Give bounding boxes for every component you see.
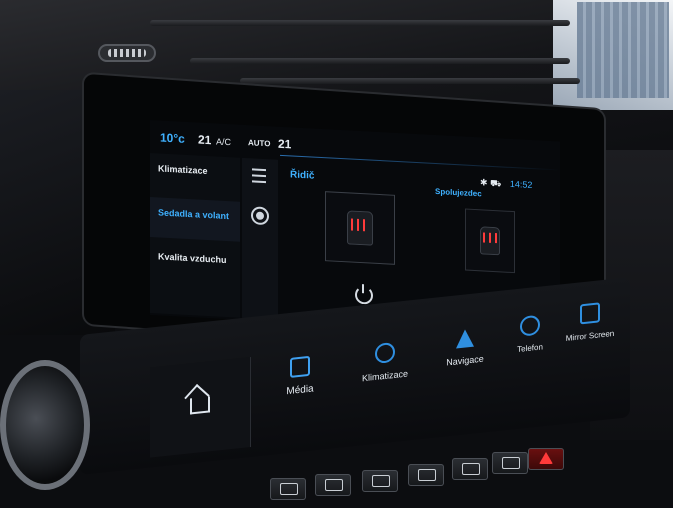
menu-item-kvalita-vzduchu[interactable]: Kvalita vzduchu [150,241,240,286]
clock: 14:52 [509,178,533,191]
fan-level[interactable]: 21 [198,133,211,148]
passenger-zone-title: Spolujezdec [435,186,482,199]
phone-icon [520,314,540,337]
menu-item-label: Kvalita vzduchu [158,251,227,266]
air-recirculation-icon [418,469,436,481]
recirculation-button[interactable] [270,478,306,500]
shortcut-mirror-screen[interactable]: Mirror Screen [555,300,625,344]
home-button[interactable] [150,357,251,458]
shortcut-label: Média [286,383,314,398]
driver-seat-heat-button[interactable] [325,191,395,265]
mirror-screen-icon [580,302,600,325]
car-icon [280,483,298,495]
right-temperature[interactable]: 21 [278,137,291,152]
menu-item-klimatizace[interactable]: Klimatizace [150,153,240,198]
max-defrost-button[interactable] [492,452,528,474]
menu-item-sedadla-a-volant[interactable]: Sedadla a volant [150,197,240,242]
fan-icon [375,341,395,364]
menu-icon[interactable] [252,168,266,184]
physical-button-row [270,448,570,508]
seat-heat-icon [347,210,373,246]
ac-toggle[interactable]: A/C [216,136,231,147]
defrost-icon [372,475,390,487]
bluetooth-icon: ✱ [480,177,488,188]
music-note-icon [290,355,310,378]
max-defrost-icon [502,457,520,469]
auto-toggle[interactable]: AUTO [248,138,271,148]
menu-item-label: Klimatizace [158,163,208,177]
building-through-window [577,2,669,98]
front-defrost-button[interactable] [362,470,398,492]
shortcut-phone[interactable]: Telefon [505,313,555,355]
menu-icon-column [242,157,278,320]
recirculation-air-button[interactable] [408,464,444,486]
hazard-button[interactable] [528,448,564,470]
volume-knob[interactable] [0,360,90,490]
shortcut-label: Telefon [517,342,543,355]
car-icon: ⛟ [490,177,502,189]
driver-power-icon[interactable] [355,285,373,305]
shortcut-label: Mirror Screen [565,328,615,343]
vent-slit [240,78,580,84]
hazard-icon [539,452,553,464]
navigation-arrow-icon [456,328,474,349]
menu-item-label: Sedadla a volant [158,207,230,222]
driver-zone-title: Řidič [290,169,315,182]
heat-indicator [483,232,497,244]
passenger-seat-heat-button[interactable] [465,208,515,274]
seat-heat-icon [480,226,500,256]
vent-slit [150,20,570,26]
fan-icon [325,479,343,491]
steering-wheel-heat-icon[interactable] [251,206,269,226]
air-vent-control[interactable] [98,44,156,62]
shortcut-climate[interactable]: Klimatizace [350,339,420,384]
shortcut-label: Klimatizace [361,368,408,384]
vent-slit [190,58,570,64]
heat-indicator [351,218,369,232]
system-status: ✱ ⛟ 14:52 [480,177,532,192]
shortcut-media[interactable]: Média [275,354,325,398]
fan-button[interactable] [315,474,351,496]
shortcut-navigation[interactable]: Navigace [435,326,495,368]
left-temperature[interactable]: 10°c [160,131,185,146]
rear-defrost-icon [462,463,480,475]
home-icon [190,396,210,415]
climate-menu: Klimatizace Sedadla a volant Kvalita vzd… [150,153,240,318]
shortcut-label: Navigace [446,353,484,368]
rear-defrost-button[interactable] [452,458,488,480]
